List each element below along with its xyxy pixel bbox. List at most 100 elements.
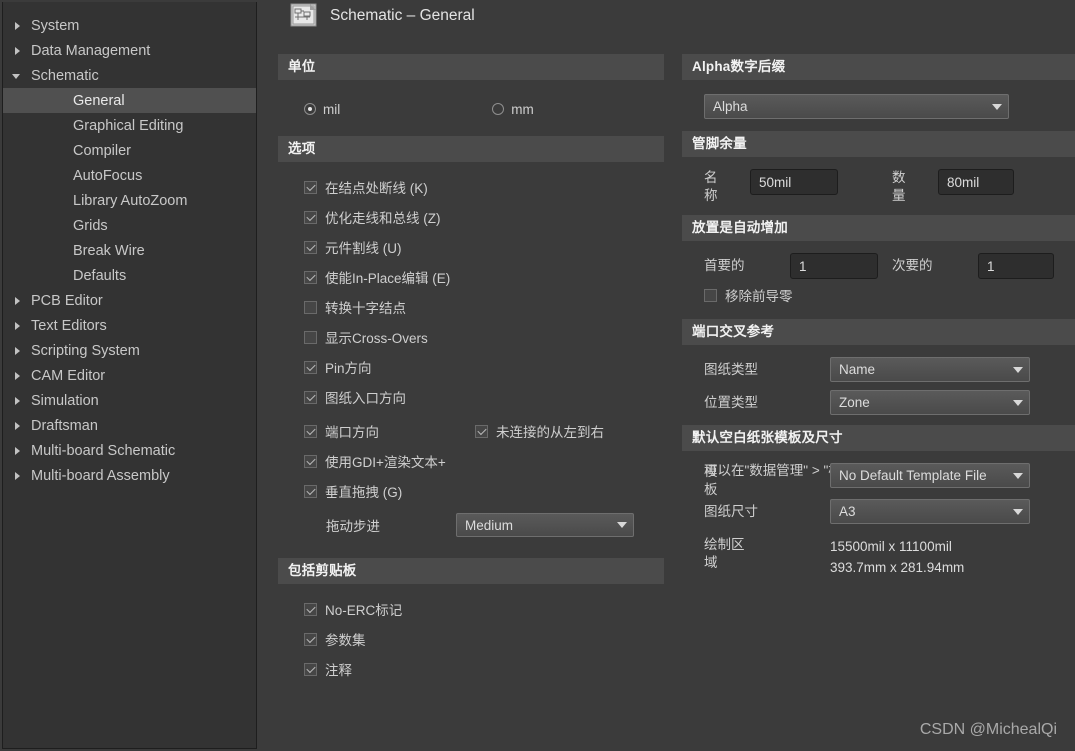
chevron-right-icon[interactable] [9,369,27,383]
spacer-icon [51,269,69,283]
spacer-icon [51,169,69,183]
sidebar-item-grids[interactable]: Grids [3,213,256,238]
sidebar-item-label: Schematic [27,68,99,84]
sidebar-item-multi-board-schematic[interactable]: Multi-board Schematic [3,438,256,463]
sidebar-item-break-wire[interactable]: Break Wire [3,238,256,263]
sidebar-item-compiler[interactable]: Compiler [3,138,256,163]
sidebar-item-label: Break Wire [69,243,145,259]
auto-increment-secondary-input[interactable]: 1 [978,253,1054,279]
auto-increment-primary-label: 首要的 [704,257,790,275]
sidebar-item-label: Multi-board Schematic [27,443,175,459]
sidebar-tree[interactable]: SystemData Management Schematic GeneralGra… [2,2,257,749]
checkbox-row: 在结点处断线 (K) [278,172,664,202]
checkbox[interactable] [304,301,317,314]
checkbox-label: 在结点处断线 (K) [325,177,428,197]
checkbox[interactable] [304,241,317,254]
sidebar-item-text-editors[interactable]: Text Editors [3,313,256,338]
drag-step-dropdown[interactable]: Medium [456,513,634,537]
drag-step-label: 拖动步进 [326,515,456,535]
template-dropdown[interactable]: No Default Template File [830,463,1030,488]
chevron-right-icon[interactable] [9,44,27,58]
checkbox-label: 显示Cross-Overs [325,327,428,347]
checkbox-vertical-drag-label: 垂直拖拽 (G) [325,481,402,501]
group-clipboard: 包括剪贴板 No-ERC标记参数集注释 [278,558,664,688]
sidebar-item-multi-board-assembly[interactable]: Multi-board Assembly [3,463,256,488]
checkbox-label: No-ERC标记 [325,599,402,619]
sidebar-item-label: Multi-board Assembly [27,468,170,484]
preferences-dialog: SystemData Management Schematic GeneralGra… [0,0,1075,751]
sidebar-item-autofocus[interactable]: AutoFocus [3,163,256,188]
spacer-icon [51,194,69,208]
sidebar-item-data-management[interactable]: Data Management [3,38,256,63]
sidebar-item-system[interactable]: System [3,13,256,38]
checkbox[interactable] [304,663,317,676]
chevron-right-icon[interactable] [9,294,27,308]
left-column: 单位 mil mm 选项 在结点处断线 (K)优化走线和总线 [264,54,664,688]
sidebar-item-scripting-system[interactable]: Scripting System [3,338,256,363]
pin-margin-qty-input[interactable]: 80mil [938,169,1014,195]
checkbox-gdi-text[interactable] [304,455,317,468]
checkbox-port-direction[interactable] [304,425,317,438]
checkbox[interactable] [304,603,317,616]
chevron-right-icon[interactable] [9,319,27,333]
checkbox-unconnected-left-to-right[interactable] [475,425,488,438]
checkbox[interactable] [304,633,317,646]
sidebar-item-label: Defaults [69,268,126,284]
checkbox-label: 元件割线 (U) [325,237,402,257]
chevron-right-icon[interactable] [9,469,27,483]
location-type-dropdown[interactable]: Zone [830,390,1030,415]
sheet-type-dropdown[interactable]: Name [830,357,1030,382]
pin-margin-name-input[interactable]: 50mil [750,169,838,195]
watermark: CSDN @MichealQi [920,721,1057,739]
sidebar-item-label: Scripting System [27,343,140,359]
content-panel: Schematic – General 单位 mil mm [264,0,1075,751]
sidebar-item-defaults[interactable]: Defaults [3,263,256,288]
radio-mm[interactable] [492,103,504,115]
checkbox-label: 优化走线和总线 (Z) [325,207,441,227]
auto-increment-secondary-value: 1 [987,259,995,274]
sheet-size-dropdown[interactable]: A3 [830,499,1030,524]
radio-mil[interactable] [304,103,316,115]
checkbox-row: 注释 [278,654,664,684]
sidebar-item-schematic[interactable]: Schematic [3,63,256,88]
alpha-suffix-dropdown[interactable]: Alpha [704,94,1009,119]
drag-step-value: Medium [465,518,611,533]
sidebar-item-label: Simulation [27,393,99,409]
checkbox[interactable] [304,271,317,284]
alpha-suffix-value: Alpha [713,99,986,114]
chevron-right-icon[interactable] [9,444,27,458]
sidebar-item-simulation[interactable]: Simulation [3,388,256,413]
sidebar-item-graphical-editing[interactable]: Graphical Editing [3,113,256,138]
checkbox[interactable] [304,211,317,224]
group-options-header: 选项 [278,136,664,162]
pin-margin-qty-value: 80mil [947,175,979,190]
sidebar-item-pcb-editor[interactable]: PCB Editor [3,288,256,313]
chevron-down-icon[interactable] [9,69,27,83]
port-direction-row: 端口方向 未连接的从左到右 [278,416,664,446]
checkbox-vertical-drag[interactable] [304,485,317,498]
units-radio-row: mil mm [278,96,664,122]
sidebar-item-draftsman[interactable]: Draftsman [3,413,256,438]
checkbox-row: 显示Cross-Overs [278,322,664,352]
checkbox-row: No-ERC标记 [278,594,664,624]
checkbox[interactable] [304,361,317,374]
auto-increment-primary-value: 1 [799,259,807,274]
checkbox-label: 图纸入口方向 [325,387,406,407]
auto-increment-primary-input[interactable]: 1 [790,253,878,279]
checkbox[interactable] [304,391,317,404]
chevron-right-icon[interactable] [9,19,27,33]
auto-increment-secondary-label: 次要的 [892,257,978,275]
chevron-right-icon[interactable] [9,394,27,408]
chevron-right-icon[interactable] [9,344,27,358]
draw-area-label: 绘制区 域 [704,536,830,572]
sidebar-item-label: Grids [69,218,108,234]
checkbox-label: Pin方向 [325,357,372,377]
checkbox[interactable] [304,181,317,194]
checkbox-remove-leading-zeroes-label: 移除前导零 [725,285,793,305]
checkbox-remove-leading-zeroes[interactable] [704,289,717,302]
checkbox[interactable] [304,331,317,344]
sidebar-item-general[interactable]: General [3,88,256,113]
sidebar-item-library-autozoom[interactable]: Library AutoZoom [3,188,256,213]
sidebar-item-cam-editor[interactable]: CAM Editor [3,363,256,388]
chevron-right-icon[interactable] [9,419,27,433]
